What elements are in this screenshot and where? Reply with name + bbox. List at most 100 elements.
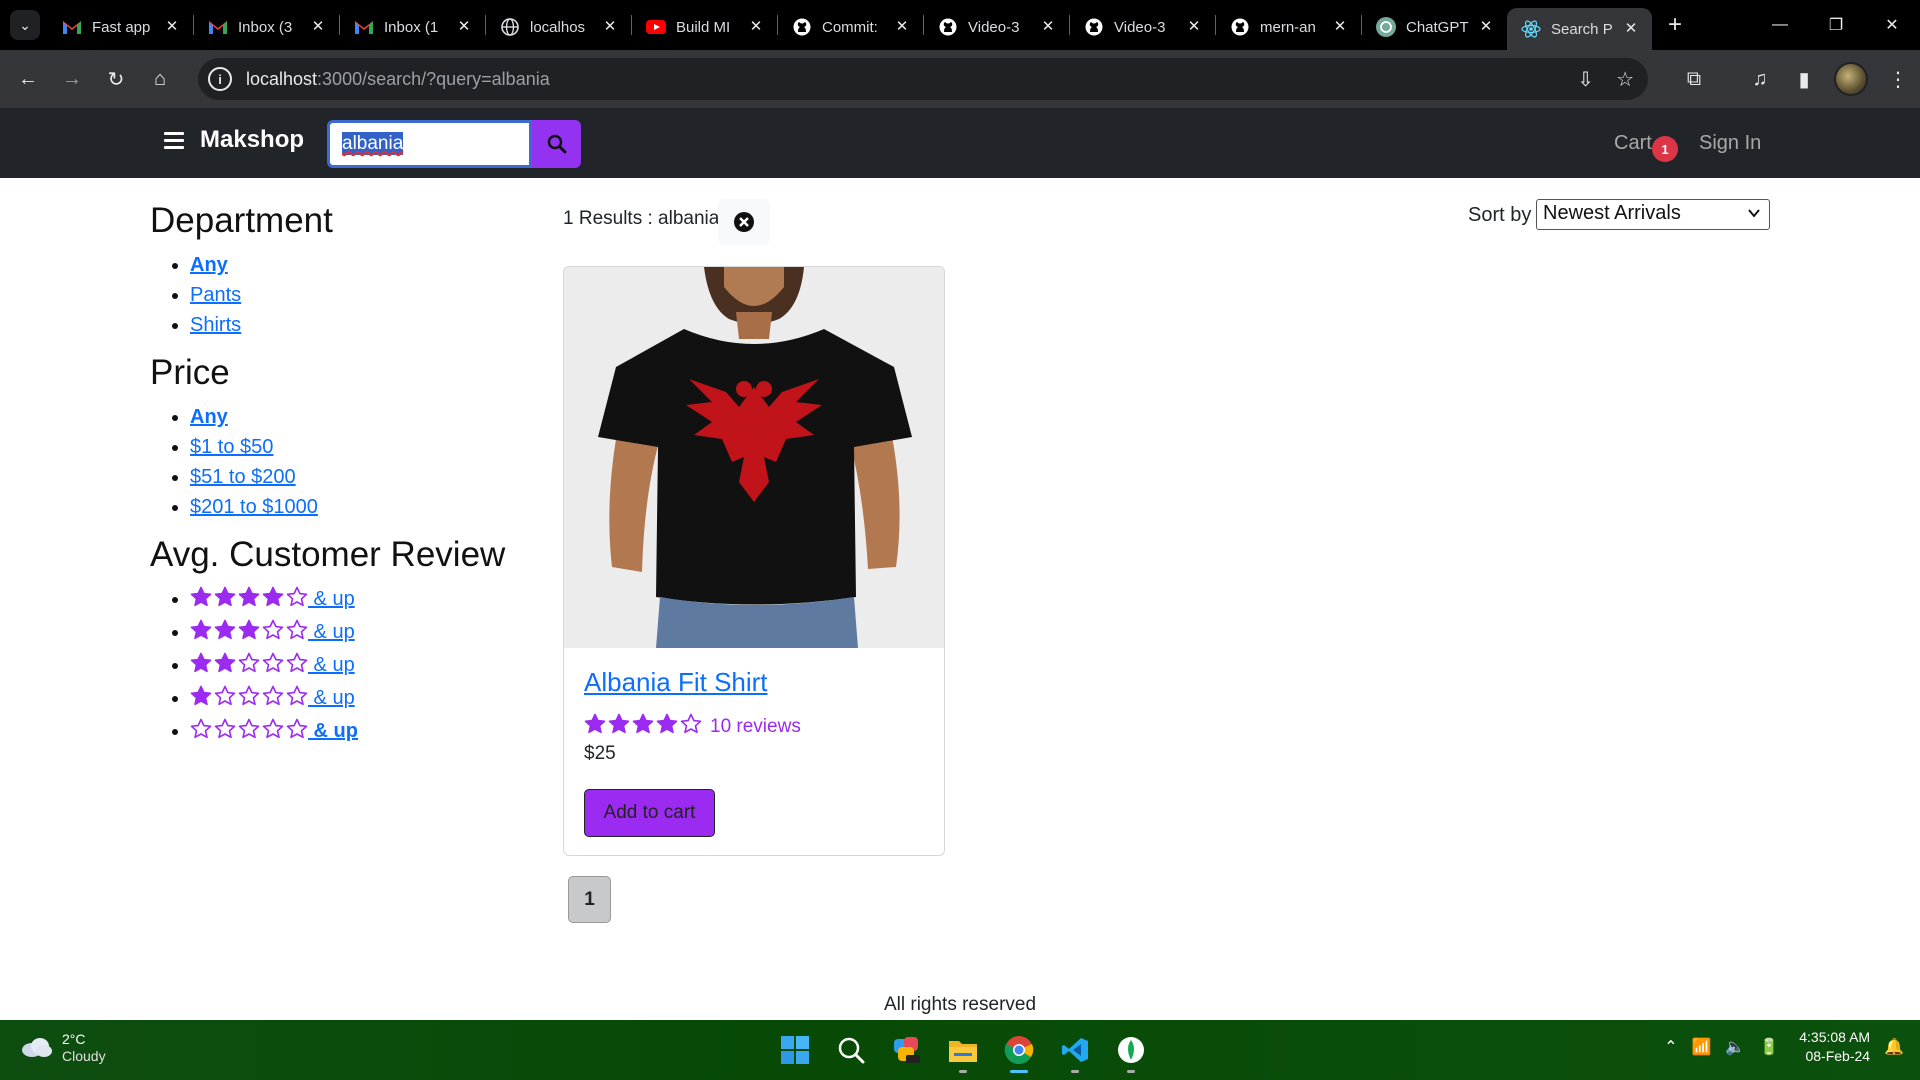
browser-tab[interactable]: Inbox (3 ✕ (194, 9, 339, 45)
tab-close-icon[interactable]: ✕ (1331, 18, 1349, 36)
tab-close-icon[interactable]: ✕ (455, 18, 473, 36)
tab-search-menu-button[interactable]: ⌄ (10, 10, 40, 40)
weather-widget[interactable]: 2°C Cloudy (20, 1030, 106, 1064)
review-filter-label: & up (308, 588, 355, 610)
wifi-icon[interactable]: 📶 (1691, 1037, 1711, 1057)
list-item: Shirts (190, 310, 570, 340)
search-input[interactable]: albania (327, 120, 532, 168)
file-explorer-app[interactable] (940, 1026, 986, 1074)
reload-icon[interactable]: ↻ (94, 59, 138, 99)
add-to-cart-button[interactable]: Add to cart (584, 789, 715, 837)
cart-link[interactable]: Cart (1614, 132, 1652, 155)
copilot-pre-app[interactable] (884, 1026, 930, 1074)
review-filter-link[interactable]: & up (190, 685, 355, 709)
star-filled-icon (608, 713, 630, 740)
review-filter-link[interactable]: & up (190, 718, 358, 742)
side-panel-icon[interactable]: ▮ (1782, 59, 1826, 99)
browser-tab[interactable]: Video-3 ✕ (1070, 9, 1215, 45)
start-button[interactable] (772, 1026, 818, 1074)
bookmark-star-icon[interactable]: ☆ (1616, 67, 1634, 92)
review-filter-link[interactable]: & up (190, 586, 355, 610)
sort-select[interactable]: Newest Arrivals (1536, 199, 1770, 230)
browser-tab[interactable]: Search P ✕ (1507, 8, 1652, 50)
department-heading: Department (150, 201, 333, 240)
brand-logo[interactable]: Makshop (200, 126, 304, 154)
browser-tab[interactable]: Fast app ✕ (48, 9, 193, 45)
browser-tab[interactable]: localhos ✕ (486, 9, 631, 45)
chrome-icon (1004, 1036, 1034, 1065)
browser-tab[interactable]: Build MI ✕ (632, 9, 777, 45)
taskbar-search-button[interactable] (828, 1026, 874, 1074)
tab-close-icon[interactable]: ✕ (1622, 20, 1640, 38)
price-filter-link[interactable]: Any (190, 406, 228, 428)
list-item: Any (190, 250, 570, 280)
install-app-icon[interactable]: ⇩ (1577, 67, 1594, 92)
address-bar[interactable]: i localhost:3000/search/?query=albania ⇩… (198, 58, 1648, 100)
sign-in-link[interactable]: Sign In (1699, 132, 1761, 155)
tab-close-icon[interactable]: ✕ (1039, 18, 1057, 36)
review-filter-label: & up (308, 720, 358, 742)
search-button[interactable] (532, 120, 581, 168)
hamburger-menu-icon[interactable] (164, 132, 184, 150)
vscode-icon (1062, 1038, 1088, 1062)
star-empty-icon (190, 718, 212, 749)
browser-tab[interactable]: ChatGPT ✕ (1362, 9, 1507, 45)
site-info-icon[interactable]: i (208, 67, 232, 91)
tab-close-icon[interactable]: ✕ (1185, 18, 1203, 36)
tray-overflow-chevron-icon[interactable]: ⌃ (1664, 1037, 1677, 1057)
close-window-icon[interactable]: ✕ (1864, 0, 1920, 50)
browser-tab[interactable]: mern-an ✕ (1216, 9, 1361, 45)
back-icon[interactable]: ← (6, 59, 50, 99)
new-tab-button[interactable]: + (1660, 10, 1690, 40)
github-icon (938, 17, 958, 37)
rating-stars (584, 713, 702, 740)
department-filter-link[interactable]: Shirts (190, 314, 241, 336)
vscode-app[interactable] (1052, 1026, 1098, 1074)
media-control-icon[interactable]: ♫ (1738, 59, 1782, 99)
department-filter-link[interactable]: Pants (190, 284, 241, 306)
mongodb-compass-app[interactable] (1108, 1026, 1154, 1074)
star-filled-icon (238, 586, 260, 617)
tab-close-icon[interactable]: ✕ (601, 18, 619, 36)
review-filter-link[interactable]: & up (190, 652, 355, 676)
price-filter-link[interactable]: $201 to $1000 (190, 496, 318, 518)
department-filter-link[interactable]: Any (190, 254, 228, 276)
product-title-link[interactable]: Albania Fit Shirt (584, 667, 768, 698)
product-image[interactable] (564, 267, 944, 648)
price-filter-link[interactable]: $1 to $50 (190, 436, 273, 458)
list-item: $1 to $50 (190, 432, 570, 462)
system-clock[interactable]: 4:35:08 AM 08-Feb-24 (1799, 1028, 1870, 1066)
browser-tab[interactable]: Inbox (1 ✕ (340, 9, 485, 45)
star-empty-icon (286, 586, 308, 617)
tab-close-icon[interactable]: ✕ (1477, 18, 1495, 36)
browser-tab[interactable]: Commit: ✕ (778, 9, 923, 45)
clock-time: 4:35:08 AM (1799, 1029, 1871, 1045)
tab-close-icon[interactable]: ✕ (747, 18, 765, 36)
tab-close-icon[interactable]: ✕ (309, 18, 327, 36)
page-number-button[interactable]: 1 (568, 876, 611, 923)
review-filter-link[interactable]: & up (190, 619, 355, 643)
clear-search-button[interactable] (718, 199, 770, 245)
star-empty-icon (262, 718, 284, 749)
tab-close-icon[interactable]: ✕ (893, 18, 911, 36)
rating-stars (190, 718, 308, 749)
star-filled-icon (190, 586, 212, 617)
minimize-icon[interactable]: — (1752, 0, 1808, 50)
restore-icon[interactable]: ❐ (1808, 0, 1864, 50)
home-icon[interactable]: ⌂ (138, 59, 182, 99)
price-filter-link[interactable]: $51 to $200 (190, 466, 296, 488)
battery-icon[interactable]: 🔋 (1759, 1037, 1779, 1057)
tab-close-icon[interactable]: ✕ (163, 18, 181, 36)
tab-title: Video-3 (968, 18, 1020, 36)
close-circle-icon (734, 212, 754, 232)
notification-bell-icon[interactable]: 🔔 (1884, 1037, 1904, 1057)
volume-icon[interactable]: 🔈 (1725, 1037, 1745, 1057)
browser-menu-icon[interactable]: ⋮ (1876, 59, 1920, 99)
star-empty-icon (286, 718, 308, 749)
browser-tab[interactable]: Video-3 ✕ (924, 9, 1069, 45)
forward-icon[interactable]: → (50, 59, 94, 99)
extensions-icon[interactable]: ⧉ (1672, 59, 1716, 99)
chrome-app[interactable] (996, 1026, 1042, 1074)
profile-avatar[interactable] (1834, 62, 1868, 96)
star-empty-icon (286, 685, 308, 716)
